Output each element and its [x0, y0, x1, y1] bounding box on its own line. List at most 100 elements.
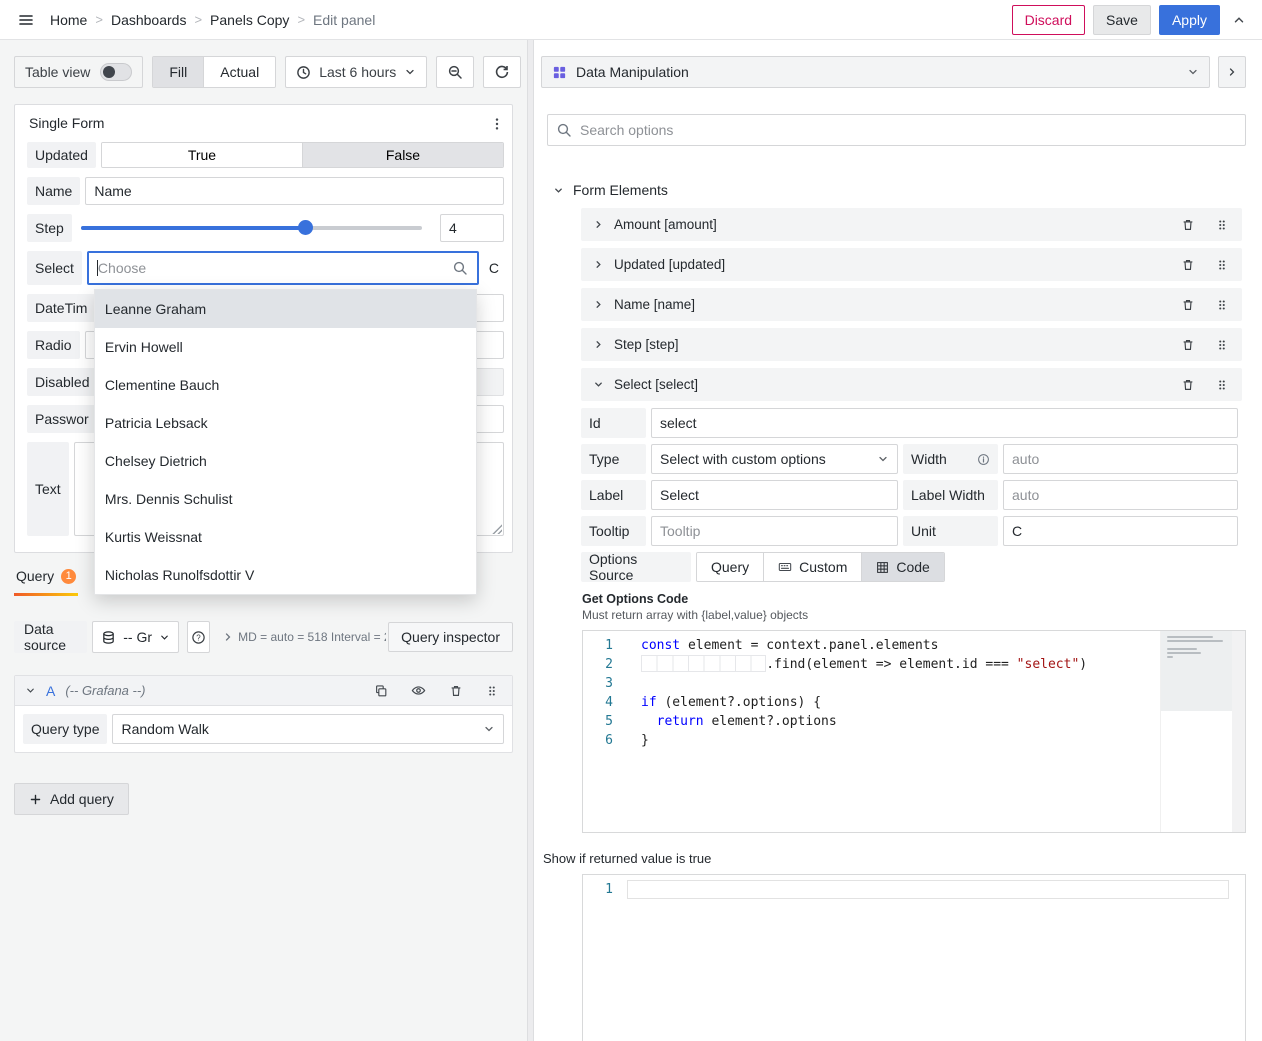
- visualization-picker[interactable]: Data Manipulation: [541, 56, 1210, 88]
- scrollbar[interactable]: [1232, 631, 1245, 832]
- chevron-right-icon: [593, 259, 604, 270]
- width-input[interactable]: [1003, 444, 1238, 474]
- panel-edit-left-pane: Table view Fill Actual Last 6 hours: [0, 40, 527, 1041]
- drag-handle-icon[interactable]: [482, 680, 502, 702]
- delete-element-icon[interactable]: [1179, 336, 1197, 354]
- slider-handle[interactable]: [298, 220, 313, 235]
- fill-actual-group: Fill Actual: [152, 56, 276, 88]
- zoom-out-button[interactable]: [436, 56, 474, 88]
- label-width-input[interactable]: [1003, 480, 1238, 510]
- dropdown-option[interactable]: Nicholas Runolfsdottir V: [95, 556, 476, 594]
- fill-button[interactable]: Fill: [153, 57, 203, 87]
- duplicate-query-icon[interactable]: [370, 680, 392, 702]
- breadcrumb-home[interactable]: Home: [50, 12, 87, 28]
- collapse-options-button[interactable]: [1218, 56, 1246, 88]
- query-type-label: Query type: [23, 714, 107, 744]
- datasource-value: -- Gr: [123, 629, 152, 645]
- delete-element-icon[interactable]: [1179, 376, 1197, 394]
- table-view-toggle[interactable]: [100, 63, 132, 81]
- chevron-right-icon: [593, 219, 604, 230]
- dropdown-option[interactable]: Clementine Bauch: [95, 366, 476, 404]
- updated-true-option[interactable]: True: [102, 143, 302, 167]
- hide-query-icon[interactable]: [407, 679, 430, 702]
- source-query-option[interactable]: Query: [697, 553, 763, 581]
- element-label: Updated [updated]: [614, 257, 725, 272]
- label-width-label-text: Label Width: [911, 487, 985, 503]
- get-options-code-editor[interactable]: 1const element = context.panel.elements2…: [582, 630, 1246, 833]
- name-field-input[interactable]: [85, 177, 504, 205]
- pane-splitter[interactable]: [527, 40, 534, 1041]
- query-row-header[interactable]: A (-- Grafana --): [15, 676, 512, 706]
- text-field-label: Text: [27, 442, 69, 536]
- delete-query-icon[interactable]: [445, 680, 467, 702]
- delete-element-icon[interactable]: [1179, 256, 1197, 274]
- panel-preview: Single Form Updated True False Name: [14, 104, 513, 553]
- datasource-picker[interactable]: -- Gr: [92, 621, 179, 653]
- minimap-slider[interactable]: [1161, 631, 1232, 711]
- updated-false-option[interactable]: False: [302, 143, 503, 167]
- element-row-amount[interactable]: Amount [amount]: [581, 208, 1242, 241]
- panel-toolbar: Table view Fill Actual Last 6 hours: [0, 40, 527, 88]
- add-query-button[interactable]: Add query: [14, 783, 129, 815]
- label-input[interactable]: [651, 480, 898, 510]
- add-query-label: Add query: [50, 791, 114, 807]
- minimap[interactable]: [1160, 631, 1232, 832]
- step-value-input[interactable]: [440, 214, 504, 242]
- drag-handle-icon[interactable]: [1214, 376, 1230, 394]
- type-select[interactable]: Select with custom options: [651, 444, 898, 474]
- apply-button[interactable]: Apply: [1159, 5, 1220, 35]
- dropdown-option[interactable]: Ervin Howell: [95, 328, 476, 366]
- dropdown-option[interactable]: Patricia Lebsack: [95, 404, 476, 442]
- chevron-down-icon[interactable]: [25, 685, 36, 696]
- time-range-label: Last 6 hours: [319, 64, 396, 80]
- query-inspector-button[interactable]: Query inspector: [388, 622, 513, 652]
- slider-track[interactable]: [81, 226, 422, 230]
- step-slider[interactable]: [81, 214, 422, 242]
- help-icon[interactable]: ?: [187, 621, 210, 653]
- chevron-up-icon[interactable]: [1228, 9, 1250, 31]
- unit-input[interactable]: [1003, 516, 1238, 546]
- zoom-out-icon: [447, 64, 463, 80]
- updated-field-label: Updated: [27, 142, 96, 168]
- dropdown-option[interactable]: Leanne Graham: [95, 290, 476, 328]
- element-row-name[interactable]: Name [name]: [581, 288, 1242, 321]
- source-query-label: Query: [711, 559, 749, 575]
- element-row-step[interactable]: Step [step]: [581, 328, 1242, 361]
- actual-button[interactable]: Actual: [203, 57, 275, 87]
- chevron-right-icon[interactable]: [218, 627, 238, 647]
- time-range-picker[interactable]: Last 6 hours: [285, 56, 427, 88]
- source-custom-option[interactable]: Custom: [763, 553, 861, 581]
- delete-element-icon[interactable]: [1179, 216, 1197, 234]
- element-row-updated[interactable]: Updated [updated]: [581, 248, 1242, 281]
- chevron-down-icon: [1187, 66, 1199, 78]
- save-button[interactable]: Save: [1093, 5, 1151, 35]
- drag-handle-icon[interactable]: [1214, 296, 1230, 314]
- element-row-select[interactable]: Select [select]: [581, 368, 1242, 401]
- show-if-title: Show if returned value is true: [543, 851, 1246, 866]
- get-options-code-title: Get Options Code: [582, 592, 1238, 606]
- dropdown-option[interactable]: Chelsey Dietrich: [95, 442, 476, 480]
- tooltip-input[interactable]: [651, 516, 898, 546]
- menu-icon[interactable]: [12, 6, 40, 34]
- drag-handle-icon[interactable]: [1214, 216, 1230, 234]
- query-type-select[interactable]: Random Walk: [112, 714, 504, 744]
- unit-label: Unit: [903, 516, 998, 546]
- delete-element-icon[interactable]: [1179, 296, 1197, 314]
- id-input[interactable]: [651, 408, 1238, 438]
- drag-handle-icon[interactable]: [1214, 256, 1230, 274]
- tab-query[interactable]: Query 1: [14, 563, 78, 596]
- form-elements-section-header[interactable]: Form Elements: [553, 182, 1246, 198]
- slider-fill: [81, 226, 306, 230]
- show-if-code-editor[interactable]: 1: [582, 874, 1246, 1041]
- dropdown-option[interactable]: Mrs. Dennis Schulist: [95, 480, 476, 518]
- select-combobox[interactable]: Choose Leanne Graham Ervin Howell Clemen…: [87, 251, 479, 285]
- breadcrumb-dashboards[interactable]: Dashboards: [111, 12, 187, 28]
- drag-handle-icon[interactable]: [1214, 336, 1230, 354]
- refresh-button[interactable]: [483, 56, 521, 88]
- options-search-input[interactable]: [547, 114, 1246, 146]
- dropdown-option[interactable]: Kurtis Weissnat: [95, 518, 476, 556]
- source-code-option[interactable]: Code: [861, 553, 943, 581]
- discard-button[interactable]: Discard: [1012, 5, 1085, 35]
- breadcrumb-panels-copy[interactable]: Panels Copy: [210, 12, 289, 28]
- panel-menu-icon[interactable]: [486, 113, 508, 135]
